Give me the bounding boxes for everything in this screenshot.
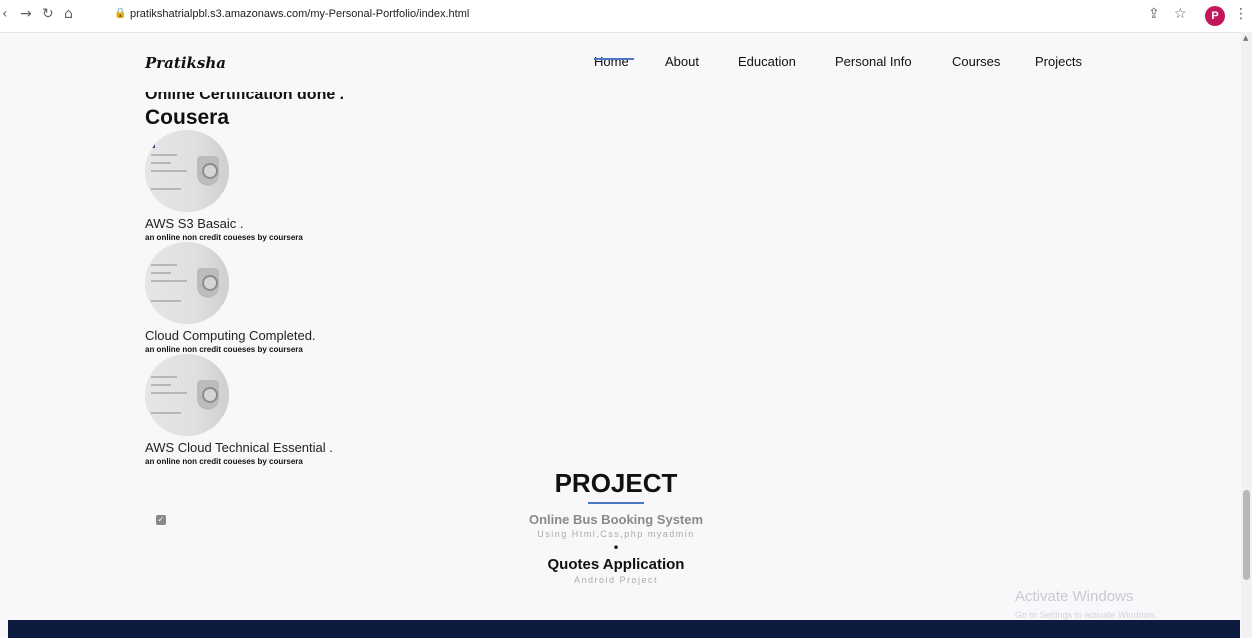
certificate-subtitle: an online non credit coueses by coursera: [145, 233, 303, 242]
certificate-image: [145, 130, 229, 212]
forward-arrow-icon[interactable]: →: [20, 6, 32, 22]
project-bullet: •: [612, 541, 620, 555]
reload-icon[interactable]: ↻: [42, 6, 54, 22]
certificate-image: [145, 242, 229, 324]
certificate-subtitle: an online non credit coueses by coursera: [145, 345, 303, 354]
certification-provider: Cousera: [145, 106, 230, 129]
nav-projects[interactable]: Projects: [1035, 54, 1082, 69]
certificate-title: Cloud Computing Completed.: [145, 328, 316, 343]
site-logo[interactable]: Pratiksha: [145, 54, 226, 72]
share-icon[interactable]: ⇪: [1148, 6, 1160, 22]
nav-education[interactable]: Education: [738, 54, 796, 69]
bookmark-star-icon[interactable]: ☆: [1174, 6, 1187, 22]
page-footer: [8, 620, 1240, 638]
certificate-subtitle: an online non credit coueses by coursera: [145, 457, 303, 466]
activate-windows-watermark: Activate Windows: [1015, 588, 1134, 605]
nav-personal-info[interactable]: Personal Info: [835, 54, 912, 69]
project-subtitle: Using Html,Css,php myadmin: [537, 529, 695, 539]
project-heading: PROJECT: [554, 468, 678, 498]
site-navbar: Pratiksha Home About Education Personal …: [0, 32, 1240, 102]
menu-kebab-icon[interactable]: ⋮: [1234, 6, 1248, 22]
back-arrow-icon[interactable]: ‹: [2, 6, 8, 22]
profile-avatar[interactable]: P: [1205, 6, 1225, 26]
certificate-image: [145, 354, 229, 436]
project-heading-underline: [588, 502, 644, 504]
project-title: Quotes Application: [547, 556, 685, 573]
scrollbar-thumb[interactable]: [1243, 490, 1250, 580]
checkbox[interactable]: ✓: [156, 515, 166, 525]
active-nav-indicator: [594, 58, 634, 60]
certificate-title: AWS Cloud Technical Essential .: [145, 440, 333, 455]
home-icon[interactable]: ⌂: [64, 6, 73, 22]
nav-about[interactable]: About: [665, 54, 699, 69]
url-text[interactable]: pratikshatrialpbl.s3.amazonaws.com/my-Pe…: [130, 8, 469, 20]
certificate-title: AWS S3 Basaic .: [145, 216, 244, 231]
project-title: Online Bus Booking System: [528, 512, 704, 527]
activate-windows-hint: Go to Settings to activate Windows.: [1015, 610, 1158, 620]
browser-toolbar: ‹ → ↻ ⌂ 🔒 pratikshatrialpbl.s3.amazonaws…: [0, 0, 1252, 33]
nav-courses[interactable]: Courses: [952, 54, 1000, 69]
project-subtitle: Android Project: [573, 575, 659, 585]
nav-home[interactable]: Home: [594, 54, 629, 69]
scroll-up-arrow-icon[interactable]: ▲: [1243, 34, 1248, 42]
lock-icon[interactable]: 🔒: [114, 8, 126, 19]
